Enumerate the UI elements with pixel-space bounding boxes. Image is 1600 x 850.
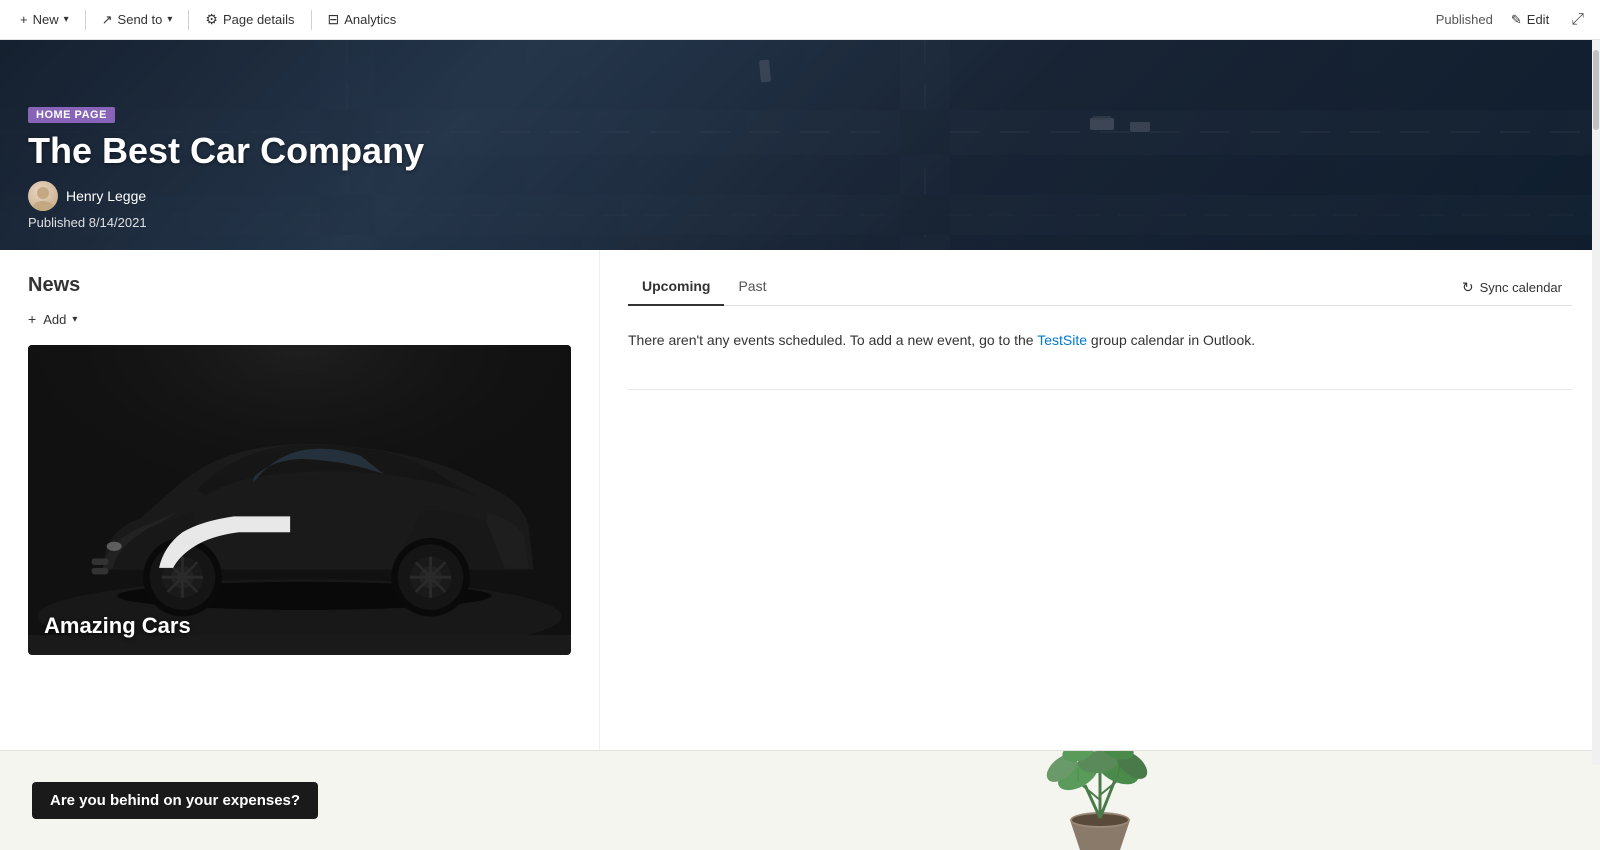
news-heading: News bbox=[28, 274, 571, 297]
page-details-label: Page details bbox=[223, 12, 295, 27]
separator-1 bbox=[85, 10, 86, 30]
new-button[interactable]: + New ▾ bbox=[12, 8, 77, 31]
past-tab[interactable]: Past bbox=[724, 270, 780, 306]
send-to-icon: ↗ bbox=[102, 12, 113, 28]
upcoming-tab[interactable]: Upcoming bbox=[628, 270, 724, 306]
edit-pencil-icon: ✎ bbox=[1511, 12, 1522, 28]
page-title: The Best Car Company bbox=[28, 131, 424, 171]
expand-button[interactable]: ⤢ bbox=[1567, 7, 1588, 33]
events-empty-message: There aren't any events scheduled. To ad… bbox=[628, 322, 1572, 359]
add-button[interactable]: + Add ▾ bbox=[28, 307, 77, 331]
analytics-label: Analytics bbox=[344, 12, 396, 27]
hero-banner: HOME PAGE The Best Car Company Henry Leg… bbox=[0, 40, 1600, 250]
empty-text-after: group calendar in Outlook. bbox=[1087, 332, 1255, 348]
empty-text-before: There aren't any events scheduled. To ad… bbox=[628, 332, 1037, 348]
separator-3 bbox=[311, 10, 312, 30]
sync-calendar-button[interactable]: ↻ Sync calendar bbox=[1452, 273, 1572, 302]
events-divider bbox=[628, 389, 1572, 390]
past-tab-label: Past bbox=[738, 278, 766, 294]
page-details-button[interactable]: ⚙ Page details bbox=[197, 7, 302, 32]
testsite-link[interactable]: TestSite bbox=[1037, 332, 1087, 348]
edit-label: Edit bbox=[1527, 12, 1549, 27]
car-image bbox=[28, 345, 571, 635]
new-chevron-icon: ▾ bbox=[64, 14, 69, 25]
published-status: Published bbox=[1436, 12, 1493, 27]
expense-badge: Are you behind on your expenses? bbox=[32, 782, 318, 819]
scrollbar[interactable] bbox=[1592, 40, 1600, 765]
hero-content: HOME PAGE The Best Car Company Henry Leg… bbox=[28, 105, 424, 230]
news-panel: News + Add ▾ bbox=[0, 250, 600, 750]
analytics-icon: ⊟ bbox=[328, 11, 340, 28]
page-details-icon: ⚙ bbox=[205, 11, 218, 28]
events-tabs: Upcoming Past ↻ Sync calendar bbox=[628, 270, 1572, 306]
edit-button[interactable]: ✎ Edit bbox=[1503, 8, 1557, 32]
new-label: New bbox=[33, 12, 59, 27]
toolbar-left: + New ▾ ↗ Send to ▾ ⚙ Page details ⊟ Ana… bbox=[12, 7, 1436, 32]
sync-label: Sync calendar bbox=[1480, 280, 1562, 295]
news-card[interactable]: Amazing Cars bbox=[28, 345, 571, 655]
send-to-button[interactable]: ↗ Send to ▾ bbox=[94, 8, 181, 32]
separator-2 bbox=[188, 10, 189, 30]
scrollbar-thumb[interactable] bbox=[1593, 50, 1599, 130]
avatar-image bbox=[28, 181, 58, 211]
add-chevron-icon: ▾ bbox=[72, 314, 77, 325]
expand-icon: ⤢ bbox=[1571, 11, 1584, 28]
toolbar-right: Published ✎ Edit ⤢ bbox=[1436, 7, 1588, 33]
add-icon: + bbox=[28, 311, 36, 327]
avatar bbox=[28, 181, 58, 211]
analytics-button[interactable]: ⊟ Analytics bbox=[320, 7, 405, 32]
published-date: Published 8/14/2021 bbox=[28, 215, 424, 230]
news-card-title: Amazing Cars bbox=[44, 613, 191, 639]
home-page-badge: HOME PAGE bbox=[28, 107, 115, 123]
new-icon: + bbox=[20, 12, 28, 27]
plant-image bbox=[1000, 750, 1200, 850]
main-content: News + Add ▾ bbox=[0, 250, 1600, 750]
author-name: Henry Legge bbox=[66, 188, 146, 204]
author-section: Henry Legge bbox=[28, 181, 424, 211]
bottom-banner: Are you behind on your expenses? bbox=[0, 750, 1600, 850]
testsite-link-text: TestSite bbox=[1037, 332, 1087, 348]
events-panel: Upcoming Past ↻ Sync calendar There aren… bbox=[600, 250, 1600, 750]
toolbar: + New ▾ ↗ Send to ▾ ⚙ Page details ⊟ Ana… bbox=[0, 0, 1600, 40]
send-to-chevron-icon: ▾ bbox=[167, 14, 172, 25]
add-label: Add bbox=[43, 312, 66, 327]
sync-icon: ↻ bbox=[1462, 279, 1474, 296]
upcoming-tab-label: Upcoming bbox=[642, 278, 710, 294]
send-to-label: Send to bbox=[118, 12, 163, 27]
